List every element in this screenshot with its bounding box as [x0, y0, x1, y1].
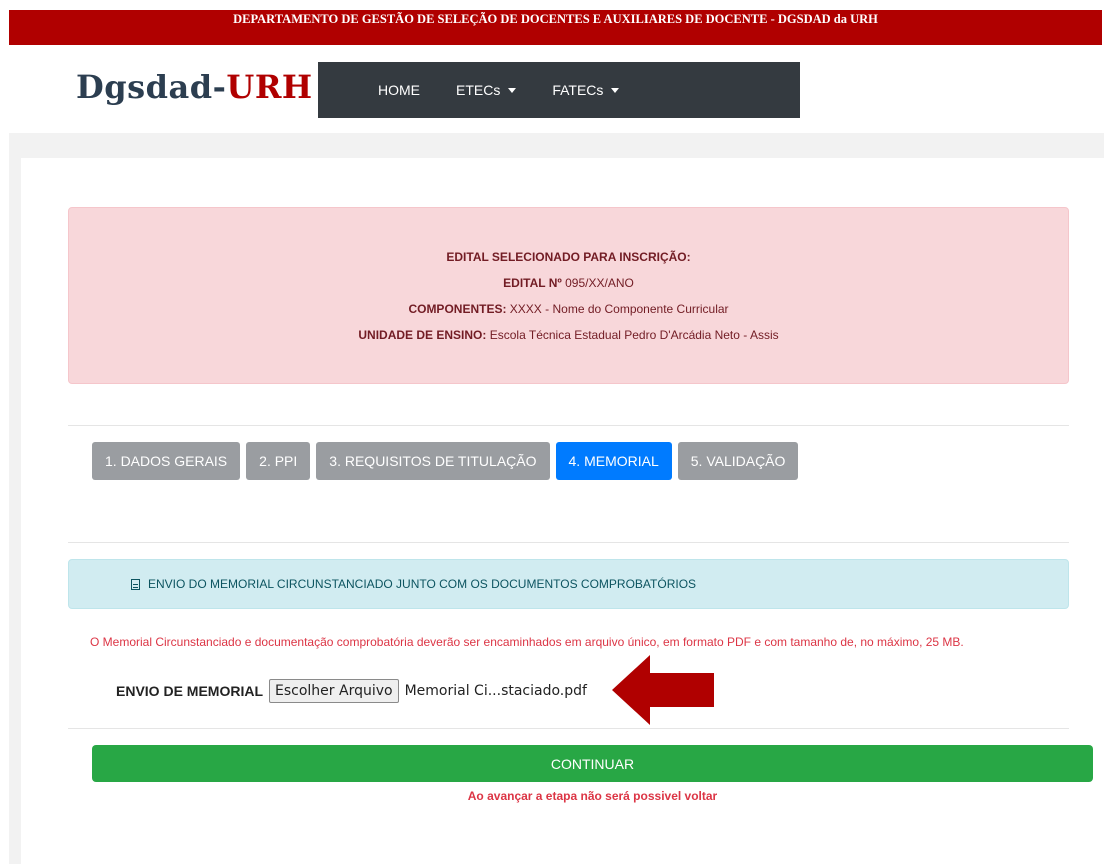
nav-etecs-label: ETECs — [456, 82, 501, 98]
edital-heading-text: EDITAL SELECIONADO PARA INSCRIÇÃO: — [446, 250, 691, 264]
memorial-warning: O Memorial Circunstanciado e documentaçã… — [68, 632, 1090, 653]
logo-accent: URH — [226, 68, 313, 106]
edital-unit: UNIDADE DE ENSINO: Escola Técnica Estadu… — [69, 328, 1068, 342]
step-tabs: 1. DADOS GERAIS 2. PPI 3. REQUISITOS DE … — [92, 442, 799, 480]
banner-text: DEPARTAMENTO DE GESTÃO DE SELEÇÃO DE DOC… — [233, 12, 878, 26]
nav-home[interactable]: HOME — [378, 82, 420, 98]
edital-number-value: 095/XX/ANO — [565, 276, 634, 290]
continue-button[interactable]: CONTINUAR — [92, 745, 1093, 782]
top-banner: DEPARTAMENTO DE GESTÃO DE SELEÇÃO DE DOC… — [9, 10, 1102, 45]
step-tab-dados-gerais[interactable]: 1. DADOS GERAIS — [92, 442, 241, 480]
selected-file-name: Memorial Ci...staciado.pdf — [404, 683, 587, 699]
memorial-header-text: ENVIO DO MEMORIAL CIRCUNSTANCIADO JUNTO … — [148, 577, 697, 591]
nav-fatecs-dropdown[interactable]: FATECs — [552, 82, 620, 98]
nav-fatecs-label: FATECs — [552, 82, 604, 98]
left-arrow-icon — [612, 655, 714, 725]
document-icon — [131, 578, 140, 590]
divider — [68, 425, 1069, 426]
step-tab-validacao[interactable]: 5. VALIDAÇÃO — [677, 442, 799, 480]
edital-components-value: XXXX - Nome do Componente Curricular — [509, 302, 729, 316]
edital-number-label: EDITAL Nº — [503, 276, 562, 290]
caret-down-icon — [611, 87, 620, 93]
nav-home-label: HOME — [378, 82, 420, 98]
memorial-section-header: ENVIO DO MEMORIAL CIRCUNSTANCIADO JUNTO … — [68, 559, 1069, 609]
edital-heading: EDITAL SELECIONADO PARA INSCRIÇÃO: — [69, 250, 1068, 264]
step-tab-memorial[interactable]: 4. MEMORIAL — [555, 442, 672, 480]
memorial-upload-row: ENVIO DE MEMORIAL Escolher Arquivo Memor… — [116, 679, 587, 703]
memorial-warning-text: O Memorial Circunstanciado e documentaçã… — [90, 635, 964, 649]
site-logo[interactable]: Dgsdad-URH — [76, 68, 313, 106]
no-return-note: Ao avançar a etapa não será possivel vol… — [467, 789, 718, 803]
main-navbar: HOME ETECs FATECs — [318, 62, 800, 118]
upload-label: ENVIO DE MEMORIAL — [116, 683, 264, 699]
step-tab-ppi[interactable]: 2. PPI — [246, 442, 311, 480]
edital-number: EDITAL Nº 095/XX/ANO — [69, 276, 1068, 290]
divider — [68, 728, 1069, 729]
edital-unit-label: UNIDADE DE ENSINO: — [358, 328, 487, 342]
edital-unit-value: Escola Técnica Estadual Pedro D'Arcádia … — [489, 328, 779, 342]
edital-components: COMPONENTES: XXXX - Nome do Componente C… — [69, 302, 1068, 316]
caret-down-icon — [508, 87, 517, 93]
nav-etecs-dropdown[interactable]: ETECs — [456, 82, 517, 98]
step-tab-requisitos[interactable]: 3. REQUISITOS DE TITULAÇÃO — [316, 442, 550, 480]
edital-components-label: COMPONENTES: — [408, 302, 507, 316]
selected-edital-alert: EDITAL SELECIONADO PARA INSCRIÇÃO: EDITA… — [68, 207, 1069, 384]
choose-file-button[interactable]: Escolher Arquivo — [269, 679, 399, 703]
divider — [68, 542, 1069, 543]
logo-main: Dgsdad- — [76, 68, 227, 106]
